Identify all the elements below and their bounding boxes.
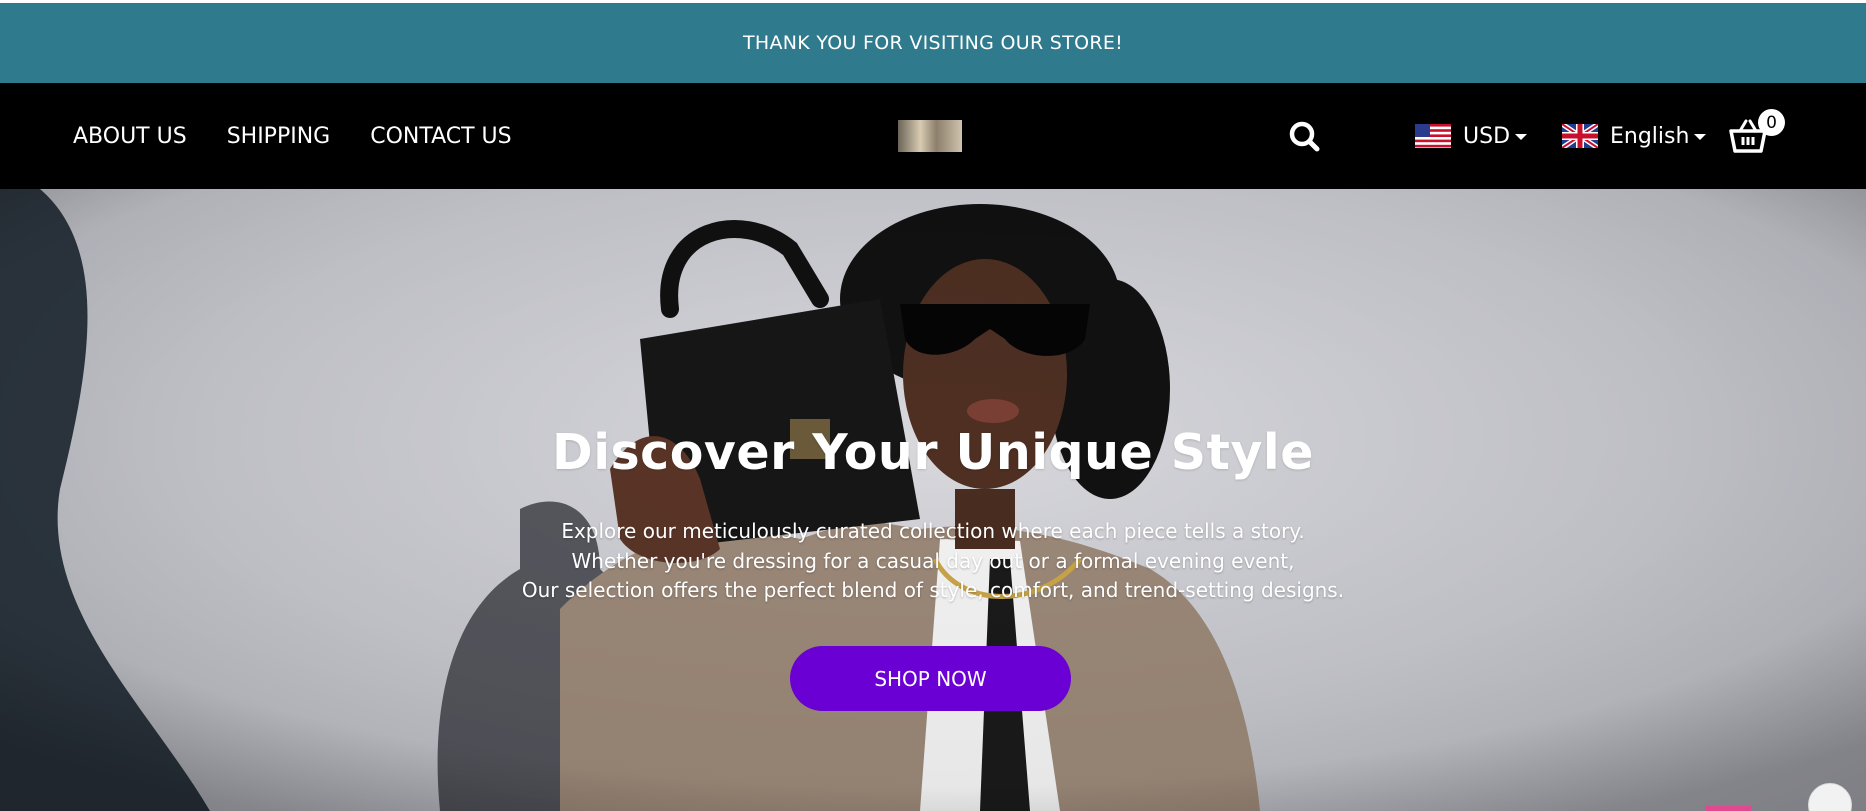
shop-now-button[interactable]: SHOP NOW	[790, 646, 1071, 711]
hero-content: Discover Your Unique Style Explore our m…	[0, 189, 1866, 811]
hero-description-line-2: Whether you're dressing for a casual day…	[571, 549, 1295, 573]
search-button[interactable]	[1285, 117, 1325, 157]
nav-contact-us[interactable]: CONTACT US	[370, 124, 511, 149]
currency-selector[interactable]: USD	[1415, 118, 1528, 154]
currency-label: USD	[1463, 123, 1511, 149]
hero-description-line-1: Explore our meticulously curated collect…	[561, 519, 1305, 543]
main-nav: ABOUT US SHIPPING CONTACT US	[73, 83, 552, 189]
nav-about-us[interactable]: ABOUT US	[73, 124, 187, 149]
language-label: English	[1610, 123, 1690, 149]
language-selector[interactable]: English	[1562, 118, 1707, 154]
store-logo[interactable]	[898, 120, 962, 152]
uk-flag-icon	[1562, 124, 1598, 148]
announcement-text: THANK YOU FOR VISITING OUR STORE!	[742, 32, 1124, 54]
nav-shipping[interactable]: SHIPPING	[227, 124, 331, 149]
side-tab[interactable]	[1705, 806, 1751, 811]
hero-banner: Discover Your Unique Style Explore our m…	[0, 189, 1866, 811]
cart-count-badge: 0	[1758, 109, 1785, 136]
announcement-bar: THANK YOU FOR VISITING OUR STORE!	[0, 3, 1866, 83]
caret-down-icon	[1694, 134, 1707, 140]
hero-description-line-3: Our selection offers the perfect blend o…	[521, 578, 1345, 602]
hero-title: Discover Your Unique Style	[552, 424, 1314, 481]
us-flag-icon	[1415, 124, 1451, 148]
search-icon	[1289, 121, 1320, 152]
caret-down-icon	[1515, 134, 1528, 140]
site-header: ABOUT US SHIPPING CONTACT US USD English…	[0, 83, 1866, 189]
